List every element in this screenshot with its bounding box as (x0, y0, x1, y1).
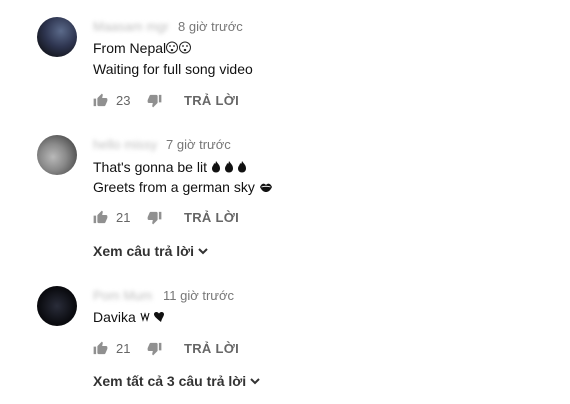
view-replies-label: Xem câu trả lời (93, 243, 194, 259)
view-replies-label: Xem tất cả 3 câu trả lời (93, 373, 247, 389)
timestamp[interactable]: 11 giờ trước (163, 288, 234, 303)
reply-button[interactable]: TRẢ LỜI (184, 210, 239, 225)
author-name[interactable]: hello missy (93, 137, 157, 152)
comment-text-line: From Nepal (93, 38, 192, 60)
thumbs-up-icon[interactable] (93, 210, 108, 225)
astonished-emoji-icon (166, 39, 192, 60)
avatar[interactable] (37, 135, 77, 175)
comment-actions: 21 TRẢ LỜI (93, 338, 239, 358)
comment-text-line: Greets from a german sky (93, 177, 273, 199)
like-count: 21 (116, 209, 131, 225)
like-count: 21 (116, 340, 131, 356)
chevron-down-icon (250, 378, 260, 385)
like-count: 23 (116, 92, 131, 108)
kiss-lips-emoji-icon (259, 178, 273, 199)
thumbs-up-icon[interactable] (93, 93, 108, 108)
avatar[interactable] (37, 17, 77, 57)
comment-text-line: Davika (93, 307, 166, 329)
author-name[interactable]: Pom Mum (93, 288, 152, 303)
avatar[interactable] (37, 286, 77, 326)
thumbs-down-icon[interactable] (147, 93, 162, 108)
thumbs-up-icon[interactable] (93, 341, 108, 356)
fire-emoji-icon (211, 158, 249, 179)
view-all-replies-button[interactable]: Xem tất cả 3 câu trả lời (93, 373, 261, 389)
comment-actions: 21 TRẢ LỜI (93, 207, 239, 227)
chevron-down-icon (198, 248, 208, 255)
comment-actions: 23 TRẢ LỜI (93, 90, 239, 110)
comment-text-line: That's gonna be lit (93, 157, 249, 179)
view-replies-button[interactable]: Xem câu trả lời (93, 243, 209, 259)
reply-button[interactable]: TRẢ LỜI (184, 93, 239, 108)
comment-text-line: Waiting for full song video (93, 61, 253, 77)
timestamp[interactable]: 7 giờ trước (166, 137, 231, 152)
thumbs-down-icon[interactable] (147, 210, 162, 225)
author-name[interactable]: Maasam mgr (93, 19, 169, 34)
heart-eyes-black-heart-emoji-icon (140, 308, 166, 329)
timestamp[interactable]: 8 giờ trước (178, 19, 243, 34)
reply-button[interactable]: TRẢ LỜI (184, 341, 239, 356)
thumbs-down-icon[interactable] (147, 341, 162, 356)
